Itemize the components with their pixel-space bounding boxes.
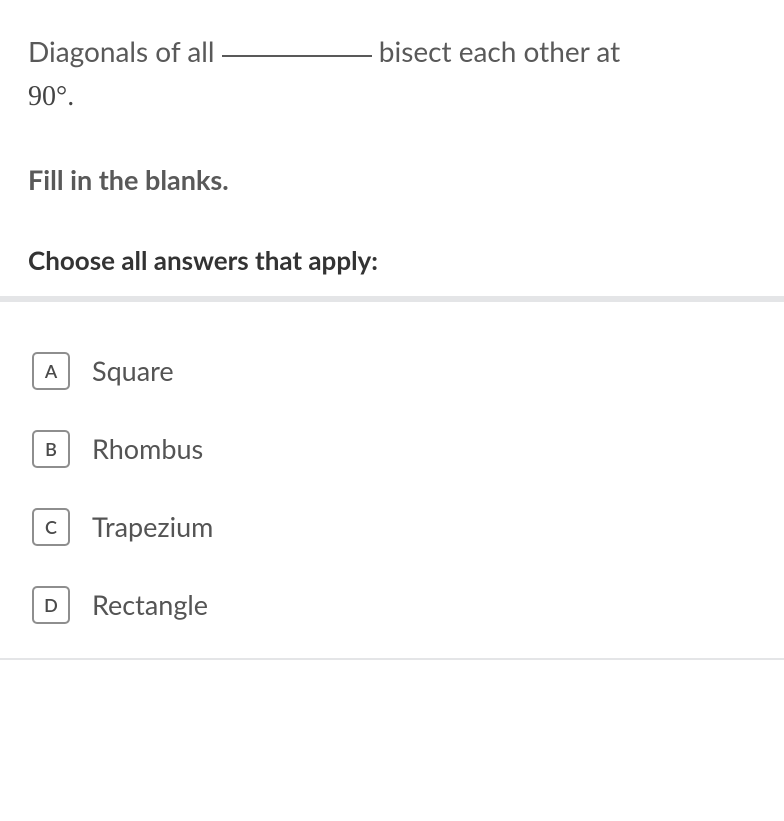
degree-text: 90°. (28, 81, 74, 112)
option-letter-box: D (32, 586, 70, 624)
option-letter: C (45, 516, 57, 538)
question-part1: Diagonals of all (28, 34, 222, 68)
option-label: Square (92, 354, 174, 387)
fill-instruction: Fill in the blanks. (28, 163, 756, 196)
option-c[interactable]: C Trapezium (28, 488, 756, 566)
options-divider (0, 296, 784, 302)
option-a[interactable]: A Square (28, 332, 756, 410)
option-b[interactable]: B Rhombus (28, 410, 756, 488)
question-part2: bisect each other at (372, 34, 621, 68)
option-letter-box: A (32, 352, 70, 390)
option-letter-box: B (32, 430, 70, 468)
option-letter-box: C (32, 508, 70, 546)
choose-prompt: Choose all answers that apply: (28, 244, 756, 276)
bottom-divider (0, 658, 784, 660)
option-d[interactable]: D Rectangle (28, 566, 756, 644)
option-letter: A (45, 360, 57, 382)
option-letter: D (44, 594, 58, 616)
option-label: Trapezium (92, 510, 213, 543)
option-label: Rectangle (92, 588, 208, 621)
option-letter: B (45, 438, 57, 460)
question-stem: Diagonals of all bisect each other at 90… (28, 30, 756, 119)
option-label: Rhombus (92, 432, 203, 465)
blank-underline (222, 55, 372, 57)
